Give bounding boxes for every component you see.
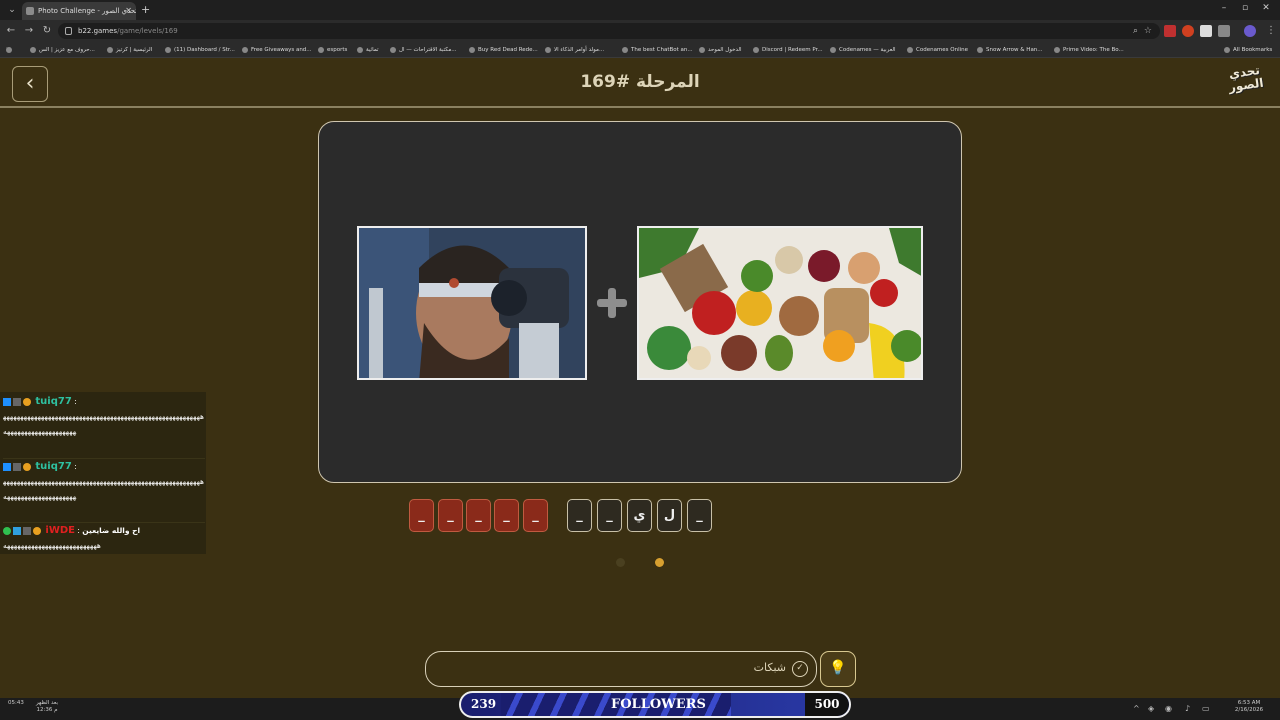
reload-icon[interactable]: ↻	[40, 24, 54, 38]
letter-slot[interactable]: _	[567, 499, 592, 532]
letter-slot[interactable]: _	[466, 499, 491, 532]
chat-separator: :	[74, 397, 77, 406]
chat-message: iWDE : اح والله ضايعين ههههههههههههههههه…	[3, 522, 205, 553]
followers-goal-overlay: 239 FOLLOWERS 500	[459, 691, 851, 718]
page-dot[interactable]	[616, 558, 625, 567]
chat-separator: :	[74, 462, 77, 471]
bookmark-item[interactable]: Discord | Redeem Pr...	[753, 44, 823, 56]
bookmark-item[interactable]: Free Giveaways and...	[242, 44, 312, 56]
url-host: b22.games	[78, 27, 118, 35]
maximize-icon[interactable]: ▫	[1237, 3, 1253, 13]
forward-arrow-icon[interactable]: →	[22, 24, 36, 38]
hint-label: شبكات	[753, 661, 786, 674]
apps-grid-icon[interactable]: ▦	[6, 44, 16, 56]
bookmark-item[interactable]: تماثية	[357, 44, 379, 56]
bookmark-item[interactable]: Codenames Online	[907, 44, 968, 56]
letter-slot[interactable]: _	[523, 499, 548, 532]
browser-toolbar: ← → ↻ b22.games/game/levels/169 ⌕ ☆ ⋮	[0, 20, 1280, 42]
game-page: ‹ المرحلة #169 تحدي الصور _ _ _ _ _ _ _ …	[0, 58, 1280, 698]
bookmark-item[interactable]: الدخول الموحد	[699, 44, 742, 56]
chat-username: tuiq77	[35, 461, 72, 472]
chat-username: tuiq77	[35, 396, 72, 407]
menu-icon[interactable]: ⋮	[1264, 24, 1278, 38]
bookmark-item[interactable]: The best ChatBot an...	[622, 44, 693, 56]
letter-slot[interactable]: _	[597, 499, 622, 532]
puzzle-image-eye-exam	[357, 226, 587, 380]
tab-favicon-icon	[26, 7, 34, 15]
bookmark-item[interactable]: esports	[318, 44, 347, 56]
level-title: المرحلة #169	[580, 72, 700, 92]
letter-slot[interactable]: _	[687, 499, 712, 532]
chat-username: iWDE	[45, 525, 75, 536]
network-icon[interactable]: ▭	[1202, 704, 1210, 713]
hint-bar[interactable]: شبكات ✓	[425, 651, 817, 687]
address-bar[interactable]: b22.games/game/levels/169 ⌕ ☆	[58, 23, 1160, 39]
chat-message: tuiq77 : ههههههههههههههههههههههههههههههه…	[3, 458, 205, 519]
new-tab-button[interactable]: +	[141, 2, 150, 18]
hint-bulb-button[interactable]: 💡	[820, 651, 856, 687]
tray-app-icon[interactable]: ◉	[1165, 704, 1172, 713]
bookmark-item[interactable]: Buy Red Dead Rede...	[469, 44, 538, 56]
tab-title: Photo Challenge - تحدي الصور	[38, 7, 136, 15]
window-close-icon[interactable]: ✕	[1258, 3, 1274, 13]
game-logo[interactable]: تحدي الصور	[1222, 63, 1271, 105]
hint-check-icon: ✓	[792, 661, 808, 677]
zoom-icon[interactable]: ⌕	[1133, 23, 1138, 39]
sync-icon[interactable]	[1218, 25, 1230, 37]
tray-chevron-icon[interactable]: ^	[1133, 704, 1140, 713]
stream-chat-overlay: tuiq77 : ههههههههههههههههههههههههههههههه…	[0, 392, 206, 554]
brave-shield-icon[interactable]	[1182, 25, 1194, 37]
game-header: ‹ المرحلة #169 تحدي الصور	[0, 58, 1280, 108]
bookmark-item[interactable]: Snow Arrow & Han...	[977, 44, 1043, 56]
followers-count: 239	[471, 697, 497, 711]
chat-separator: :	[77, 526, 80, 535]
profile-avatar[interactable]	[1244, 25, 1256, 37]
tray-app-icon[interactable]: ◈	[1148, 704, 1154, 713]
letter-slot[interactable]: _	[409, 499, 434, 532]
mic-icon[interactable]: ♪	[1185, 704, 1190, 713]
system-clock[interactable]: 6:53 AM 2/16/2026	[1226, 700, 1272, 714]
minimize-icon[interactable]: –	[1216, 3, 1232, 13]
chat-message: tuiq77 : ههههههههههههههههههههههههههههههه…	[3, 394, 205, 454]
bookmark-item[interactable]: الرئيسية | كرتيز	[107, 44, 152, 56]
chat-text: هههههههههههههههههههههههههههههههههههههههه…	[3, 477, 205, 501]
bookmark-item[interactable]: حروف مع عزيز | الس...	[30, 44, 95, 56]
plus-icon	[595, 286, 629, 320]
bookmark-item[interactable]: مولد أوامر الذكاء الا...	[545, 44, 604, 56]
letter-slot[interactable]: _	[494, 499, 519, 532]
tab-close-icon[interactable]: ✕	[125, 2, 132, 20]
taskbar-left-clock: بعد الظهر 12:36 م	[35, 700, 59, 713]
followers-goal: 500	[805, 693, 849, 716]
puzzle-image-healthy-food	[637, 226, 923, 380]
chat-text-prefix: اح والله ضايعين	[82, 526, 141, 535]
food-illustration	[639, 228, 921, 378]
extension-icon[interactable]	[1164, 25, 1176, 37]
bookmark-item[interactable]: Prime Video: The Bo...	[1054, 44, 1124, 56]
puzzle-panel	[318, 121, 962, 483]
back-arrow-icon[interactable]: ←	[4, 24, 18, 38]
bookmarks-bar: ▦ حروف مع عزيز | الس... الرئيسية | كرتيز…	[0, 42, 1280, 58]
page-dot-active[interactable]	[655, 558, 664, 567]
chat-text: هههههههههههههههههههههههههههه	[3, 541, 101, 550]
letter-slot[interactable]: ل	[657, 499, 682, 532]
followers-label: FOLLOWERS	[611, 697, 706, 712]
bookmark-item[interactable]: مكتبة الاقتراحات — ال...	[390, 44, 457, 56]
url-path: /game/levels/169	[117, 27, 178, 35]
taskbar-side-label: 05:43	[8, 700, 24, 706]
tab-search-icon[interactable]: ⌄	[4, 3, 20, 17]
chat-text: هههههههههههههههههههههههههههههههههههههههه…	[3, 412, 205, 436]
back-button[interactable]: ‹	[12, 66, 48, 102]
tab-photo-challenge[interactable]: Photo Challenge - تحدي الصور ✕	[22, 2, 136, 20]
extensions-icon[interactable]	[1200, 25, 1212, 37]
site-info-icon[interactable]	[65, 27, 72, 35]
eye-exam-illustration	[359, 228, 585, 378]
bookmark-item[interactable]: Codenames — العربية	[830, 44, 896, 56]
all-bookmarks[interactable]: All Bookmarks	[1224, 44, 1272, 56]
letter-slot[interactable]: ي	[627, 499, 652, 532]
bookmark-item[interactable]: (11) Dashboard / Str...	[165, 44, 235, 56]
browser-tab-bar: ⌄ Photo Challenge - تحدي الصور ✕ + – ▫ ✕	[0, 0, 1280, 20]
letter-slot[interactable]: _	[438, 499, 463, 532]
bookmark-star-icon[interactable]: ☆	[1144, 23, 1152, 39]
